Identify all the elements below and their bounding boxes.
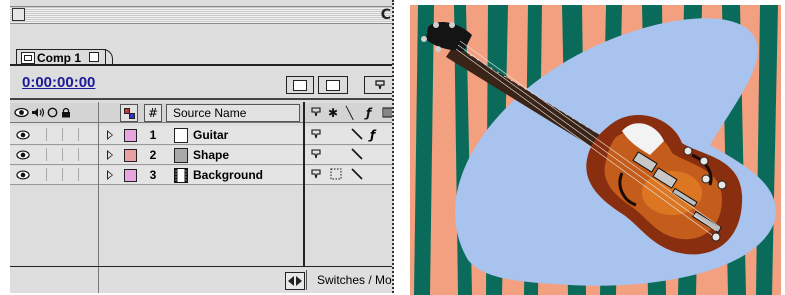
composition-icon [293, 80, 307, 91]
timeline-window: C Comp 1 0:00:00:00 # Source Name ✱ ╲ ƒ … [10, 0, 394, 293]
zoom-icon[interactable]: C [381, 7, 391, 23]
eye-icon[interactable] [16, 149, 30, 161]
lock-switch[interactable] [78, 168, 93, 181]
column-divider [98, 185, 99, 267]
close-box[interactable] [12, 8, 25, 21]
switches-modes-button[interactable]: Switches / Mo [306, 270, 392, 290]
label-color-swatch[interactable] [124, 129, 137, 142]
audio-switch[interactable] [46, 128, 61, 141]
tab-edge [102, 49, 113, 65]
layer-list-empty-area [10, 185, 392, 267]
layer-number: 2 [149, 148, 157, 162]
panel-divider[interactable] [303, 185, 305, 267]
solid-layer-icon [174, 148, 188, 163]
label-color-swatch[interactable] [124, 149, 137, 162]
tab-divider [10, 64, 392, 66]
collapse-icon[interactable]: ✱ [328, 105, 338, 121]
tab-menu-icon[interactable] [89, 52, 99, 62]
label-color-header[interactable] [120, 104, 138, 122]
footage-icon [174, 168, 188, 183]
render-icon [326, 80, 340, 91]
shy-layer-icon[interactable] [310, 168, 322, 180]
eye-icon[interactable] [14, 107, 29, 118]
layer-row[interactable]: 1 Guitar ƒ [10, 126, 392, 145]
expand-triangle-icon[interactable] [107, 130, 113, 140]
shy-layer-icon[interactable] [310, 107, 322, 118]
solo-icon[interactable] [47, 107, 58, 118]
window-titlebar[interactable]: C [10, 6, 392, 24]
switches-modes-toggle-icon[interactable] [285, 272, 305, 290]
layer-name[interactable]: Shape [193, 146, 229, 164]
effect-icon[interactable]: ƒ [366, 105, 371, 121]
eye-icon[interactable] [16, 129, 30, 141]
solo-switch[interactable] [62, 128, 77, 141]
render-button[interactable] [318, 76, 348, 94]
speaker-icon[interactable] [31, 107, 45, 118]
layer-row[interactable]: 3 Background [10, 166, 392, 185]
shy-icon [375, 80, 385, 90]
layer-number-header[interactable]: # [144, 104, 162, 122]
audio-switch[interactable] [46, 148, 61, 161]
expand-triangle-icon[interactable] [107, 170, 113, 180]
shy-layer-icon[interactable] [310, 128, 322, 140]
quality-icon[interactable] [351, 168, 363, 180]
composition-icon [21, 52, 35, 64]
expand-triangle-icon[interactable] [107, 150, 113, 160]
lock-switch[interactable] [78, 128, 93, 141]
quality-icon[interactable] [351, 148, 363, 160]
quality-icon[interactable]: ╲ [346, 105, 353, 121]
header-separator [10, 98, 392, 100]
composition-image [410, 5, 781, 295]
layer-number: 1 [149, 128, 157, 142]
solo-switch[interactable] [62, 148, 77, 161]
shy-layer-icon[interactable] [310, 148, 322, 160]
frame-blend-icon[interactable] [382, 107, 394, 118]
layer-name[interactable]: Background [193, 166, 263, 184]
effect-switch[interactable]: ƒ [370, 126, 375, 144]
eye-icon[interactable] [16, 169, 30, 181]
audio-switch[interactable] [46, 168, 61, 181]
column-divider [98, 267, 99, 293]
tab-row: Comp 1 [10, 36, 392, 66]
solo-switch[interactable] [62, 168, 77, 181]
layer-name[interactable]: Guitar [193, 126, 228, 144]
composition-preview [410, 5, 781, 295]
current-time-display[interactable]: 0:00:00:00 [22, 74, 95, 92]
layer-number: 3 [149, 168, 157, 182]
lock-switch[interactable] [78, 148, 93, 161]
quality-icon[interactable] [351, 128, 363, 140]
label-color-swatch[interactable] [124, 169, 137, 182]
lock-icon[interactable] [61, 107, 71, 118]
source-name-header[interactable]: Source Name [166, 104, 300, 122]
solid-layer-icon [174, 128, 188, 143]
shy-button[interactable] [364, 76, 392, 94]
layer-row[interactable]: 2 Shape [10, 146, 392, 165]
comp-button[interactable] [286, 76, 314, 94]
collapse-switch-icon[interactable] [330, 168, 342, 180]
